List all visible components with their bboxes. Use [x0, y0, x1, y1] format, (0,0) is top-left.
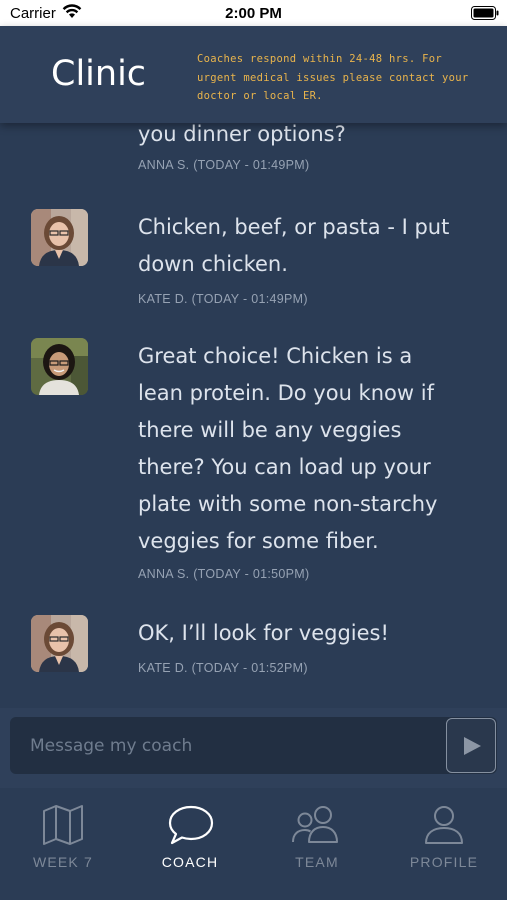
kate-avatar[interactable]	[31, 209, 88, 266]
status-bar: Carrier 2:00 PM	[0, 0, 507, 26]
notice-line: Coaches respond within 24-48 hrs. For	[197, 53, 442, 65]
profile-icon	[425, 806, 463, 844]
kate-avatar[interactable]	[31, 615, 88, 672]
message-input[interactable]	[10, 717, 497, 774]
message-meta: ANNA S. (TODAY - 01:50PM)	[138, 567, 310, 581]
message-line: OK, I’ll look for veggies!	[138, 621, 389, 645]
avatar-photo-kate	[31, 615, 88, 672]
header: Clinic Coaches respond within 24-48 hrs.…	[0, 26, 507, 123]
map-icon	[43, 805, 83, 845]
send-button[interactable]	[446, 718, 496, 773]
team-icon	[292, 806, 338, 843]
battery-icon	[471, 6, 499, 20]
notice-line: doctor or local ER.	[197, 90, 323, 102]
message-meta: KATE D. (TODAY - 01:52PM)	[138, 661, 308, 675]
message-text: Great choice! Chicken is a lean protein.…	[138, 338, 488, 560]
page-title: Clinic	[51, 54, 147, 94]
message-line: down chicken.	[138, 252, 288, 276]
tab-coach[interactable]: COACH	[127, 788, 253, 900]
message-meta: ANNA S. (TODAY - 01:49PM)	[138, 158, 310, 172]
message-text: you dinner options?	[138, 123, 488, 153]
tab-profile[interactable]: PROFILE	[381, 788, 507, 900]
tab-team[interactable]: TEAM	[254, 788, 380, 900]
status-time: 2:00 PM	[225, 5, 282, 22]
message-line: Chicken, beef, or pasta - I put	[138, 215, 450, 239]
message-line: lean protein. Do you know if	[138, 381, 434, 405]
chat-thread[interactable]: you dinner options? ANNA S. (TODAY - 01:…	[0, 123, 507, 710]
tab-label: COACH	[161, 854, 219, 870]
tab-label: PROFILE	[409, 854, 479, 870]
message-meta: KATE D. (TODAY - 01:49PM)	[138, 292, 308, 306]
response-time-notice: Coaches respond within 24-48 hrs. For ur…	[197, 50, 497, 106]
message-text: Chicken, beef, or pasta - I put down chi…	[138, 209, 488, 283]
tab-week[interactable]: WEEK 7	[0, 788, 126, 900]
notice-line: urgent medical issues please contact you…	[197, 71, 469, 84]
message-line: plate with some non-starchy	[138, 492, 438, 516]
tab-label: TEAM	[295, 854, 339, 870]
avatar-photo-kate	[31, 209, 88, 266]
message-line: Great choice! Chicken is a	[138, 344, 413, 368]
message-line: there? You can load up your	[138, 455, 431, 479]
message-text: OK, I’ll look for veggies!	[138, 615, 488, 652]
anna-avatar[interactable]	[31, 338, 88, 395]
message-line: veggies for some fiber.	[138, 529, 379, 553]
tab-bar: WEEK 7 COACH TEAM PROFILE	[0, 788, 507, 900]
chat-bubble-icon	[168, 805, 214, 845]
avatar-photo-anna	[31, 338, 88, 395]
tab-label: WEEK 7	[32, 854, 94, 870]
send-icon	[464, 737, 481, 755]
message-line: you dinner options?	[138, 123, 346, 146]
message-line: there will be any veggies	[138, 418, 402, 442]
